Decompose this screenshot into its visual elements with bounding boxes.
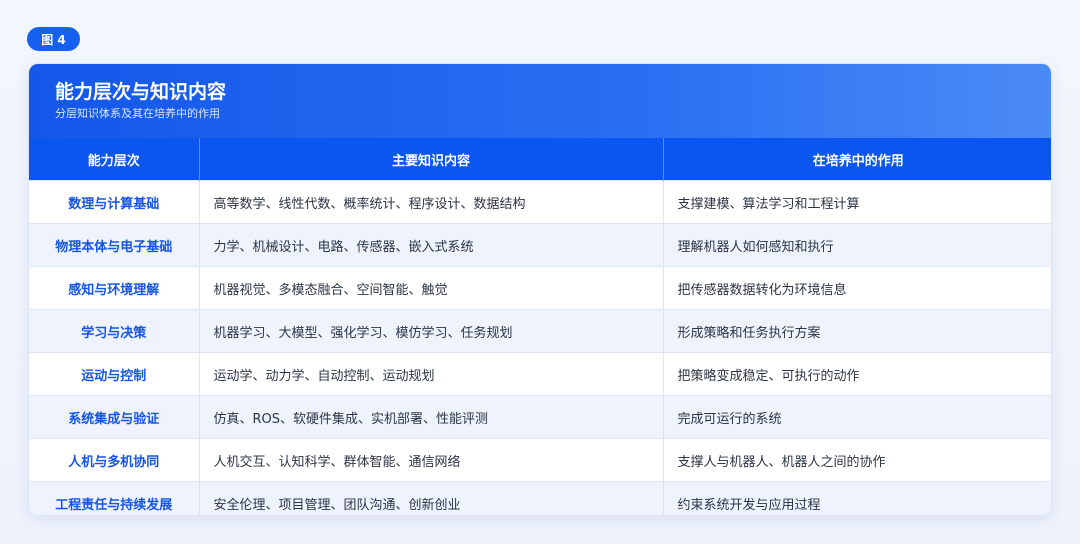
cell-content: 人机交互、认知科学、群体智能、通信网络 (199, 438, 664, 482)
cell-level: 数理与计算基础 (29, 180, 200, 224)
cell-role: 约束系统开发与应用过程 (663, 481, 1051, 515)
cell-role: 形成策略和任务执行方案 (663, 309, 1051, 353)
knowledge-table: 能力层次 主要知识内容 在培养中的作用 数理与计算基础 高等数学、线性代数、概率… (29, 138, 1051, 515)
table-row: 数理与计算基础 高等数学、线性代数、概率统计、程序设计、数据结构 支撑建模、算法… (29, 180, 1051, 224)
table-header-row: 能力层次 主要知识内容 在培养中的作用 (29, 138, 1051, 181)
cell-content: 安全伦理、项目管理、团队沟通、创新创业 (199, 481, 664, 515)
cell-level: 感知与环境理解 (29, 266, 200, 310)
cell-level: 物理本体与电子基础 (29, 223, 200, 267)
cell-content: 仿真、ROS、软硬件集成、实机部署、性能评测 (199, 395, 664, 439)
table-row: 运动与控制 运动学、动力学、自动控制、运动规划 把策略变成稳定、可执行的动作 (29, 352, 1051, 396)
column-header-level: 能力层次 (29, 138, 200, 181)
column-header-role: 在培养中的作用 (663, 138, 1051, 181)
figure-label-badge: 图 4 (27, 27, 80, 51)
cell-content: 机器视觉、多模态融合、空间智能、触觉 (199, 266, 664, 310)
table-row: 系统集成与验证 仿真、ROS、软硬件集成、实机部署、性能评测 完成可运行的系统 (29, 395, 1051, 439)
cell-level: 人机与多机协同 (29, 438, 200, 482)
cell-role: 支撑建模、算法学习和工程计算 (663, 180, 1051, 224)
card-header: 能力层次与知识内容 分层知识体系及其在培养中的作用 (29, 64, 1051, 138)
table-row: 工程责任与持续发展 安全伦理、项目管理、团队沟通、创新创业 约束系统开发与应用过… (29, 481, 1051, 515)
cell-level: 系统集成与验证 (29, 395, 200, 439)
cell-role: 把策略变成稳定、可执行的动作 (663, 352, 1051, 396)
cell-content: 运动学、动力学、自动控制、运动规划 (199, 352, 664, 396)
card-title: 能力层次与知识内容 (55, 81, 227, 103)
table-card: 能力层次与知识内容 分层知识体系及其在培养中的作用 能力层次 主要知识内容 在培… (28, 63, 1052, 516)
cell-role: 把传感器数据转化为环境信息 (663, 266, 1051, 310)
table-row: 物理本体与电子基础 力学、机械设计、电路、传感器、嵌入式系统 理解机器人如何感知… (29, 223, 1051, 267)
table-row: 感知与环境理解 机器视觉、多模态融合、空间智能、触觉 把传感器数据转化为环境信息 (29, 266, 1051, 310)
cell-role: 完成可运行的系统 (663, 395, 1051, 439)
cell-content: 力学、机械设计、电路、传感器、嵌入式系统 (199, 223, 664, 267)
cell-role: 理解机器人如何感知和执行 (663, 223, 1051, 267)
cell-level: 运动与控制 (29, 352, 200, 396)
card-subtitle: 分层知识体系及其在培养中的作用 (55, 107, 220, 120)
table-row: 人机与多机协同 人机交互、认知科学、群体智能、通信网络 支撑人与机器人、机器人之… (29, 438, 1051, 482)
table-row: 学习与决策 机器学习、大模型、强化学习、模仿学习、任务规划 形成策略和任务执行方… (29, 309, 1051, 353)
cell-content: 机器学习、大模型、强化学习、模仿学习、任务规划 (199, 309, 664, 353)
cell-level: 学习与决策 (29, 309, 200, 353)
cell-content: 高等数学、线性代数、概率统计、程序设计、数据结构 (199, 180, 664, 224)
cell-role: 支撑人与机器人、机器人之间的协作 (663, 438, 1051, 482)
column-header-content: 主要知识内容 (199, 138, 664, 181)
cell-level: 工程责任与持续发展 (29, 481, 200, 515)
